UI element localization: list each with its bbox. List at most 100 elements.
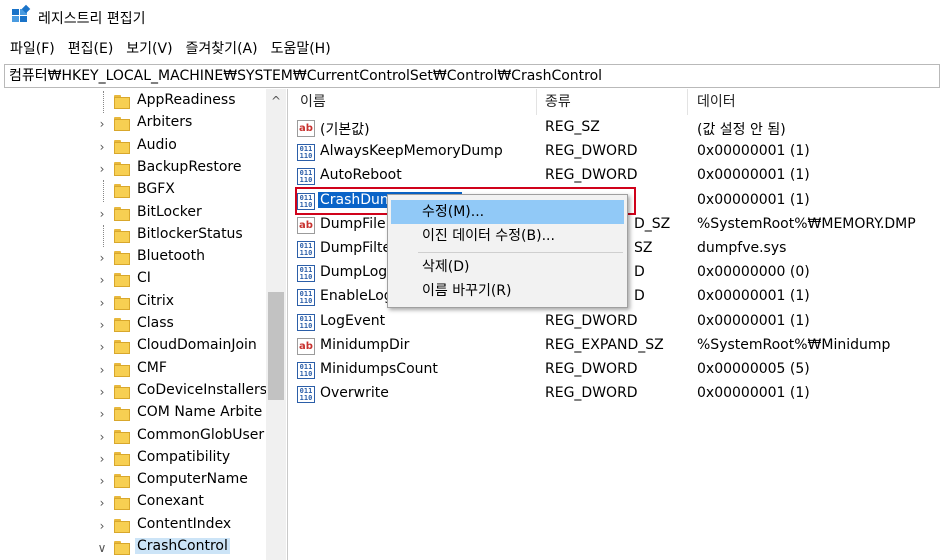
- values-list: 이름 종류 데이터 ab (기본값) REG_SZ (값 설정 안 됨) 011 110 A…: [289, 89, 940, 560]
- value-name: Overwrite: [320, 385, 389, 402]
- menu-item-modify-binary[interactable]: 이진 데이터 수정(B)...: [388, 224, 627, 248]
- value-row[interactable]: ab (기본값) REG_SZ (값 설정 안 됨): [289, 117, 940, 141]
- value-type: REG_DWORD: [545, 385, 638, 402]
- value-row[interactable]: 011 110 AutoReboot REG_DWORD 0x00000001 (1): [289, 165, 940, 189]
- string-value-icon: ab: [297, 120, 315, 137]
- chevron-right-icon[interactable]: ›: [96, 292, 108, 314]
- menu-separator: [418, 252, 623, 253]
- binary-value-icon: 011 110: [297, 362, 315, 379]
- column-header-data[interactable]: 데이터: [697, 89, 736, 115]
- tree-item[interactable]: › CI: [4, 269, 264, 291]
- tree-item[interactable]: BGFX: [4, 180, 264, 203]
- tree-item[interactable]: › BackupRestore: [4, 158, 264, 180]
- folder-icon: [114, 474, 130, 489]
- folder-icon: [114, 362, 130, 377]
- value-data: 0x00000005 (5): [697, 361, 810, 377]
- column-divider[interactable]: [536, 89, 537, 115]
- folder-icon: [114, 95, 130, 109]
- menu-view[interactable]: 보기(V): [126, 38, 172, 58]
- chevron-down-icon[interactable]: ∨: [96, 537, 108, 559]
- menu-edit[interactable]: 편집(E): [68, 38, 114, 58]
- chevron-right-icon[interactable]: ›: [96, 381, 108, 403]
- tree-item[interactable]: › ComputerName: [4, 470, 264, 492]
- value-name: LogEvent: [320, 312, 386, 329]
- tree-item[interactable]: › Bluetooth: [4, 247, 264, 269]
- chevron-right-icon[interactable]: ›: [96, 203, 108, 225]
- tree-item[interactable]: › CoDeviceInstallers: [4, 381, 267, 403]
- folder-icon: [114, 295, 130, 310]
- tree-scrollbar[interactable]: ^: [266, 89, 286, 560]
- menu-file[interactable]: 파일(F): [10, 38, 55, 58]
- menu-item-modify[interactable]: 수정(M)...: [391, 200, 624, 224]
- chevron-right-icon[interactable]: ›: [96, 359, 108, 381]
- chevron-right-icon[interactable]: ›: [96, 269, 108, 291]
- registry-editor-icon: [12, 4, 31, 25]
- tree-item[interactable]: › CommonGlobUser: [4, 426, 264, 448]
- value-row[interactable]: 011 110 AlwaysKeepMemoryDump REG_DWORD 0x000…: [289, 141, 940, 165]
- value-data: 0x00000001 (1): [697, 167, 810, 184]
- scroll-thumb[interactable]: [268, 292, 284, 400]
- chevron-right-icon[interactable]: ›: [96, 426, 108, 448]
- value-row[interactable]: ab MinidumpDir REG_EXPAND_SZ %SystemRoot%₩M…: [289, 335, 940, 359]
- chevron-right-icon[interactable]: ›: [96, 158, 108, 180]
- folder-icon: [114, 496, 130, 511]
- value-name: DumpLog: [320, 264, 388, 281]
- chevron-right-icon[interactable]: ›: [96, 403, 108, 425]
- chevron-right-icon[interactable]: ›: [96, 515, 108, 537]
- value-type: D_SZ: [634, 215, 671, 232]
- menu-item-delete[interactable]: 삭제(D): [388, 255, 627, 279]
- chevron-right-icon[interactable]: ›: [96, 113, 108, 135]
- chevron-right-icon[interactable]: ›: [96, 448, 108, 470]
- folder-icon: [114, 518, 130, 533]
- folder-icon: [114, 206, 130, 221]
- binary-value-icon: 011 110: [297, 241, 315, 258]
- value-data: 0x00000001 (1): [697, 143, 810, 160]
- tree-item[interactable]: › Compatibility: [4, 448, 264, 470]
- value-data: 0x00000001 (1): [697, 312, 810, 329]
- menu-item-rename[interactable]: 이름 바꾸기(R): [388, 279, 627, 303]
- tree-item[interactable]: › Arbiters: [4, 113, 264, 135]
- column-header-type[interactable]: 종류: [545, 89, 571, 115]
- tree-item[interactable]: › ContentIndex: [4, 515, 264, 537]
- tree-item[interactable]: › Audio: [4, 136, 264, 158]
- tree-item[interactable]: AppReadiness: [4, 91, 264, 113]
- value-name: DumpFilte: [320, 240, 392, 256]
- tree-item[interactable]: › COM Name Arbite: [4, 403, 264, 425]
- value-row[interactable]: 011 110 MinidumpsCount REG_DWORD 0x00000005 …: [289, 359, 940, 383]
- tree-item[interactable]: › BitLocker: [4, 203, 264, 225]
- value-type: D: [634, 288, 645, 305]
- tree-item[interactable]: › CMF: [4, 359, 264, 381]
- tree-item-label: Audio: [137, 136, 177, 153]
- menu-favorites[interactable]: 즐겨찾기(A): [186, 38, 258, 58]
- column-divider[interactable]: [687, 89, 688, 115]
- chevron-right-icon[interactable]: ›: [96, 492, 108, 514]
- column-header-name[interactable]: 이름: [300, 89, 326, 115]
- value-name: MinidumpsCount: [320, 361, 438, 377]
- chevron-right-icon[interactable]: ›: [96, 314, 108, 336]
- menu-help[interactable]: 도움말(H): [271, 38, 331, 58]
- string-value-icon: ab: [297, 337, 315, 355]
- scroll-up-icon[interactable]: ^: [266, 89, 286, 111]
- tree-item[interactable]: › Conexant: [4, 492, 264, 514]
- tree-item[interactable]: › Citrix: [4, 292, 264, 314]
- tree-item[interactable]: › Class: [4, 314, 264, 336]
- tree-item-label: CrashControl: [135, 538, 230, 554]
- folder-icon: [114, 251, 130, 266]
- value-name: AlwaysKeepMemoryDump: [320, 143, 503, 160]
- chevron-right-icon[interactable]: ›: [96, 470, 108, 492]
- tree-item[interactable]: › CloudDomainJoin: [4, 336, 264, 358]
- tree-item[interactable]: ∨ CrashControl: [4, 537, 264, 559]
- chevron-right-icon[interactable]: ›: [96, 336, 108, 358]
- folder-icon: [114, 184, 130, 199]
- value-row[interactable]: 011 110 Overwrite REG_DWORD 0x00000001 (1): [289, 383, 940, 407]
- tree-item-label: ComputerName: [137, 471, 248, 488]
- address-bar[interactable]: 컴퓨터₩HKEY_LOCAL_MACHINE₩SYSTEM₩CurrentCon…: [4, 64, 940, 88]
- tree-item-label: Bluetooth: [137, 248, 205, 265]
- tree-item[interactable]: BitlockerStatus: [4, 224, 264, 247]
- value-row[interactable]: 011 110 LogEvent REG_DWORD 0x00000001 (1): [289, 311, 940, 335]
- value-type: REG_SZ: [545, 119, 600, 135]
- value-name: DumpFile: [320, 215, 386, 232]
- tree-item-label: COM Name Arbite: [137, 404, 263, 421]
- chevron-right-icon[interactable]: ›: [96, 136, 108, 158]
- chevron-right-icon[interactable]: ›: [96, 247, 108, 269]
